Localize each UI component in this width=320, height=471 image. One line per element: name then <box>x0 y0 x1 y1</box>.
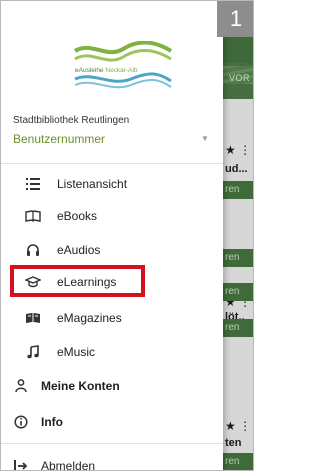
background-tab-label: VOR <box>229 73 251 83</box>
background-star-icon: ★ ⋮ <box>225 419 252 433</box>
menu-item-emusic[interactable]: eMusic <box>1 337 223 367</box>
magazines-icon <box>25 310 41 326</box>
logo-wordmark-part1: eAusleihe <box>75 67 104 74</box>
logo-wordmark-part2: Neckar-Alb <box>105 67 138 74</box>
menu-item-label: Meine Konten <box>41 379 120 393</box>
background-button: ren <box>223 283 253 301</box>
background-star-icon: ★ ⋮ <box>225 143 252 157</box>
menu-item-label: Info <box>41 415 63 429</box>
headphones-icon <box>25 242 41 258</box>
background-title-snippet: ten <box>225 437 242 449</box>
background-title-snippet: ud... <box>225 163 248 175</box>
background-button: ren <box>223 181 253 199</box>
background-button: ren <box>223 319 253 337</box>
menu-item-listenansicht[interactable]: Listenansicht <box>1 169 223 199</box>
menu-item-meine-konten[interactable]: Meine Konten <box>1 371 223 401</box>
caret-down-icon[interactable]: ▼ <box>201 134 209 143</box>
person-icon <box>13 378 29 394</box>
library-name: Stadtbibliothek Reutlingen <box>13 115 130 126</box>
background-button: ren <box>223 453 253 470</box>
menu-item-label: eAudios <box>57 243 101 257</box>
logout-icon <box>13 458 29 470</box>
phone-screen: VOR ★ ⋮ ud... ren ren ★ ⋮ ren löt.. ren … <box>0 0 254 471</box>
info-icon <box>13 414 29 430</box>
menu-item-label: eMagazines <box>57 311 122 325</box>
divider <box>1 163 223 164</box>
highlight-frame <box>10 265 145 297</box>
navigation-drawer: eAusleihe Neckar-Alb Stadtbibliothek Reu… <box>1 1 223 470</box>
logo-wordmark: eAusleihe Neckar-Alb <box>75 67 138 74</box>
menu-item-info[interactable]: Info <box>1 407 223 437</box>
step-badge: 1 <box>217 1 253 37</box>
menu-item-emagazines[interactable]: eMagazines <box>1 303 223 333</box>
menu-item-label: eBooks <box>57 209 98 223</box>
menu-item-label: Listenansicht <box>57 177 128 191</box>
eausleihe-logo <box>73 41 173 89</box>
background-button: ren <box>223 249 253 267</box>
divider <box>1 443 223 444</box>
menu-item-label: eMusic <box>57 345 96 359</box>
menu-item-ebooks[interactable]: eBooks <box>1 201 223 231</box>
music-note-icon <box>25 344 41 360</box>
list-icon <box>25 176 41 192</box>
book-icon <box>25 208 41 224</box>
menu-item-label: Abmelden <box>41 459 96 471</box>
menu-item-eaudios[interactable]: eAudios <box>1 235 223 265</box>
user-number-selector[interactable]: Benutzernummer <box>13 132 105 146</box>
menu-item-abmelden[interactable]: Abmelden <box>1 451 223 471</box>
